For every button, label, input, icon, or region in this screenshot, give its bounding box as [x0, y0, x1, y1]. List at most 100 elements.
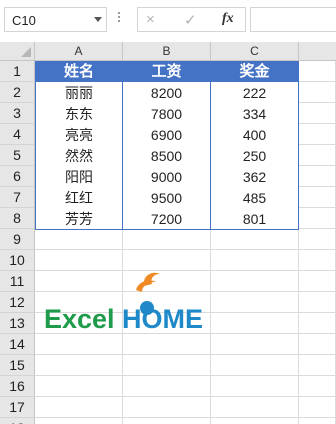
grid-cell[interactable]: [299, 376, 336, 397]
grid-cell[interactable]: [35, 376, 123, 397]
grid-cell[interactable]: [299, 292, 336, 313]
grid-cell[interactable]: [299, 124, 336, 145]
column-header-d[interactable]: [299, 42, 336, 61]
row-header-11[interactable]: 11: [0, 271, 35, 292]
row-header-1[interactable]: 1: [0, 61, 35, 82]
row-header-12[interactable]: 12: [0, 292, 35, 313]
table-cell[interactable]: 485: [211, 187, 299, 209]
row-header-13[interactable]: 13: [0, 313, 35, 334]
table-header-cell[interactable]: 工资: [123, 61, 211, 83]
spreadsheet-window: C10 × ✓ fx A B C 1 2 3 4 5 6 7 8 9 10 11 12 13 14 15 16…: [0, 0, 336, 424]
table-cell[interactable]: 362: [211, 166, 299, 188]
table-header-cell[interactable]: 姓名: [35, 61, 123, 83]
grid-cell[interactable]: [123, 229, 211, 250]
table-cell[interactable]: 334: [211, 103, 299, 125]
grid-cell[interactable]: [211, 418, 299, 424]
grid-cell[interactable]: [211, 355, 299, 376]
select-all-button[interactable]: [0, 42, 35, 61]
row-header-2[interactable]: 2: [0, 82, 35, 103]
grid-cell[interactable]: [211, 271, 299, 292]
table-cell[interactable]: 7200: [123, 208, 211, 230]
grip-icon[interactable]: [118, 12, 121, 26]
row-header-7[interactable]: 7: [0, 187, 35, 208]
logo-text-home: HOME: [122, 304, 203, 334]
chevron-down-icon[interactable]: [94, 17, 102, 22]
row-header-8[interactable]: 8: [0, 208, 35, 229]
logo-text-excel: Excel: [44, 304, 115, 334]
grid-cell[interactable]: [299, 397, 336, 418]
grid-cell[interactable]: [35, 355, 123, 376]
grid-cell[interactable]: [299, 103, 336, 124]
grid-cell[interactable]: [123, 355, 211, 376]
formula-buttons: × ✓ fx: [137, 7, 246, 32]
table-cell[interactable]: 801: [211, 208, 299, 230]
row-header-10[interactable]: 10: [0, 250, 35, 271]
grid-cell[interactable]: [299, 82, 336, 103]
table-cell[interactable]: 东东: [35, 103, 123, 125]
grid-cell[interactable]: [123, 376, 211, 397]
table-cell[interactable]: 400: [211, 124, 299, 146]
excelhome-logo: Excel HOME: [44, 268, 204, 338]
table-header-cell[interactable]: 奖金: [211, 61, 299, 83]
table-cell[interactable]: 亮亮: [35, 124, 123, 146]
table-cell[interactable]: 8200: [123, 82, 211, 104]
name-box[interactable]: C10: [4, 7, 107, 32]
grid-cell[interactable]: [123, 397, 211, 418]
row-header-14[interactable]: 14: [0, 334, 35, 355]
table-cell[interactable]: 8500: [123, 145, 211, 167]
table-cell[interactable]: 222: [211, 82, 299, 104]
grid-cell[interactable]: [299, 313, 336, 334]
table-cell[interactable]: 芳芳: [35, 208, 123, 230]
grid-cell[interactable]: [299, 250, 336, 271]
grid-cell[interactable]: [211, 250, 299, 271]
cancel-icon[interactable]: ×: [146, 11, 155, 28]
grid-cell[interactable]: [211, 376, 299, 397]
grid-cell[interactable]: [299, 229, 336, 250]
grid-cell[interactable]: [299, 187, 336, 208]
grid-cell[interactable]: [35, 397, 123, 418]
grid-cell[interactable]: [299, 145, 336, 166]
column-header-b[interactable]: B: [123, 42, 211, 61]
row-header-9[interactable]: 9: [0, 229, 35, 250]
table-cell[interactable]: 红红: [35, 187, 123, 209]
logo-figure-head: [140, 301, 154, 315]
table-cell[interactable]: 9000: [123, 166, 211, 188]
grid-cell[interactable]: [299, 61, 336, 82]
grid-cell[interactable]: [35, 229, 123, 250]
row-header-5[interactable]: 5: [0, 145, 35, 166]
grid-cell[interactable]: [211, 292, 299, 313]
check-icon[interactable]: ✓: [184, 11, 197, 29]
insert-function-icon[interactable]: fx: [222, 11, 234, 27]
table-cell[interactable]: 250: [211, 145, 299, 167]
table-cell[interactable]: 阳阳: [35, 166, 123, 188]
grid-cell[interactable]: [299, 271, 336, 292]
row-header-18[interactable]: 18: [0, 418, 35, 424]
row-header-6[interactable]: 6: [0, 166, 35, 187]
select-all-triangle-icon: [21, 47, 31, 57]
column-header-c[interactable]: C: [211, 42, 299, 61]
grid-cell[interactable]: [211, 397, 299, 418]
table-cell[interactable]: 9500: [123, 187, 211, 209]
grid-cell[interactable]: [299, 334, 336, 355]
row-header-3[interactable]: 3: [0, 103, 35, 124]
table-cell[interactable]: 丽丽: [35, 82, 123, 104]
name-box-value: C10: [12, 13, 36, 28]
row-header-17[interactable]: 17: [0, 397, 35, 418]
grid-cell[interactable]: [299, 418, 336, 424]
grid-cell[interactable]: [123, 418, 211, 424]
row-header-16[interactable]: 16: [0, 376, 35, 397]
grid-cell[interactable]: [299, 355, 336, 376]
table-cell[interactable]: 6900: [123, 124, 211, 146]
grid-cell[interactable]: [299, 166, 336, 187]
row-header-15[interactable]: 15: [0, 355, 35, 376]
formula-input[interactable]: [250, 7, 336, 32]
grid-cell[interactable]: [299, 208, 336, 229]
column-header-a[interactable]: A: [35, 42, 123, 61]
grid-cell[interactable]: [211, 334, 299, 355]
grid-cell[interactable]: [211, 229, 299, 250]
grid-cell[interactable]: [211, 313, 299, 334]
table-cell[interactable]: 7800: [123, 103, 211, 125]
grid-cell[interactable]: [35, 418, 123, 424]
row-header-4[interactable]: 4: [0, 124, 35, 145]
table-cell[interactable]: 然然: [35, 145, 123, 167]
